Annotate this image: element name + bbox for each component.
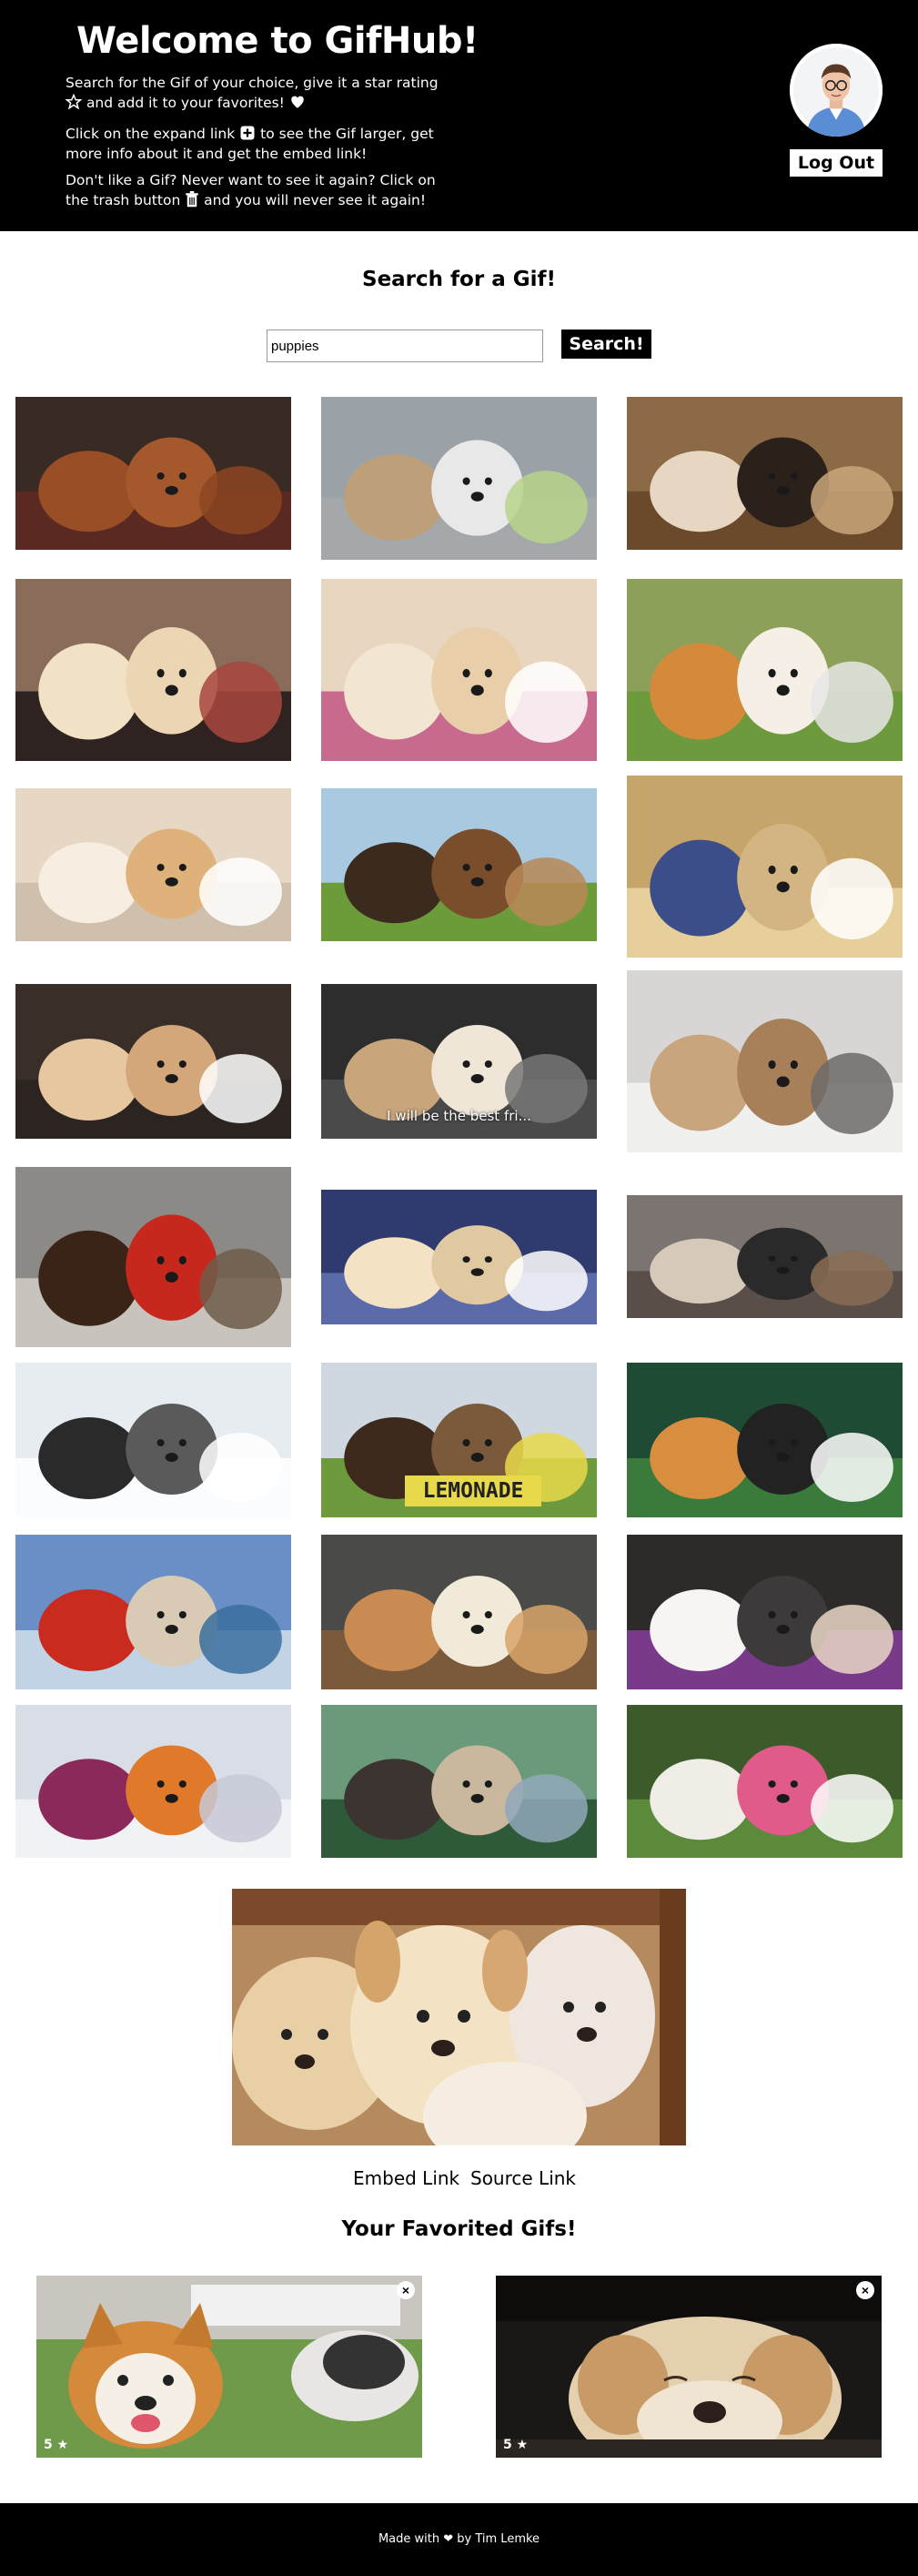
gif-dogs-ice-cream-car[interactable] xyxy=(321,1535,597,1689)
gif-puppy-snowman[interactable] xyxy=(15,1705,291,1858)
gif-puppy-best-friend[interactable]: I will be the best fri... xyxy=(321,984,597,1139)
gif-puppies-snow-dogs[interactable] xyxy=(15,1363,291,1517)
plus-square-icon xyxy=(240,126,255,140)
gif-people-holding-puppies[interactable] xyxy=(321,1705,597,1858)
intro-expand-text: Click on the expand link to see the Gif … xyxy=(66,126,434,162)
gif-puppies-lemonade-stand[interactable]: LEMONADE xyxy=(321,1363,597,1517)
search-title: Search for a Gif! xyxy=(362,268,556,291)
gif-corgi-puppies-basket[interactable] xyxy=(627,579,903,761)
gif-puppies-doghouse[interactable] xyxy=(627,397,903,550)
star-rating[interactable]: 5 ★ xyxy=(44,2438,68,2452)
gif-corgi-living-room[interactable] xyxy=(15,1167,291,1347)
gif-sleepy-puppy[interactable] xyxy=(15,984,291,1139)
star-rating[interactable]: 5 ★ xyxy=(503,2438,528,2452)
gif-husky-puppy-man[interactable] xyxy=(627,1195,903,1318)
star-icon: ★ xyxy=(516,2438,529,2452)
site-footer: Made with ❤ by Tim Lemke xyxy=(0,2503,918,2576)
gif-puppies-question-marks[interactable] xyxy=(15,397,291,550)
gif-puppies-in-box[interactable] xyxy=(321,1190,597,1324)
avatar xyxy=(790,44,883,137)
intro-trash-text: Don't like a Gif? Never want to see it a… xyxy=(66,172,436,208)
embed-link[interactable]: Embed Link xyxy=(353,2167,459,2189)
gif-puppies-snow-herd[interactable] xyxy=(627,970,903,1152)
trash-icon xyxy=(186,191,198,208)
gif-puppies-sleeping-paws[interactable] xyxy=(321,579,597,761)
gif-puppies-grass-boxes[interactable] xyxy=(321,788,597,941)
favorites-title: Your Favorited Gifs! xyxy=(341,2217,577,2241)
gif-puppy-bicycle[interactable] xyxy=(321,397,597,560)
gif-fluffy-puppy-grooming[interactable] xyxy=(627,1535,903,1689)
source-link[interactable]: Source Link xyxy=(470,2167,576,2189)
gif-golden-puppies-pile[interactable] xyxy=(15,788,291,941)
star-icon: ★ xyxy=(56,2438,69,2452)
search-button[interactable]: Search! xyxy=(561,330,651,359)
gif-caption: I will be the best fri... xyxy=(387,1108,531,1124)
heart-icon xyxy=(291,96,304,108)
intro-rating-text: Search for the Gif of your choice, give … xyxy=(66,75,439,111)
search-input[interactable] xyxy=(267,330,543,362)
lemonade-sign: LEMONADE xyxy=(405,1476,541,1506)
favorite-gif[interactable]: × 5 ★ xyxy=(496,2276,882,2458)
page-title: Welcome to GifHub! xyxy=(76,20,479,62)
gif-girl-with-puppies[interactable] xyxy=(627,1705,903,1858)
favorite-gif[interactable]: × 5 ★ xyxy=(36,2276,422,2458)
gif-puppies-on-person[interactable] xyxy=(627,776,903,958)
star-outline-icon xyxy=(66,94,82,110)
gif-little-mermaid-dog[interactable] xyxy=(15,1535,291,1689)
gif-shiba-trampoline[interactable] xyxy=(627,1363,903,1517)
close-icon[interactable]: × xyxy=(856,2281,874,2299)
logout-button[interactable]: Log Out xyxy=(790,149,883,177)
site-header: Welcome to GifHub! Search for the Gif of… xyxy=(0,0,918,231)
gif-puppies-crib[interactable] xyxy=(15,579,291,761)
close-icon[interactable]: × xyxy=(397,2281,415,2299)
expanded-gif xyxy=(232,1889,686,2145)
heart-icon: ❤ xyxy=(443,2532,454,2546)
